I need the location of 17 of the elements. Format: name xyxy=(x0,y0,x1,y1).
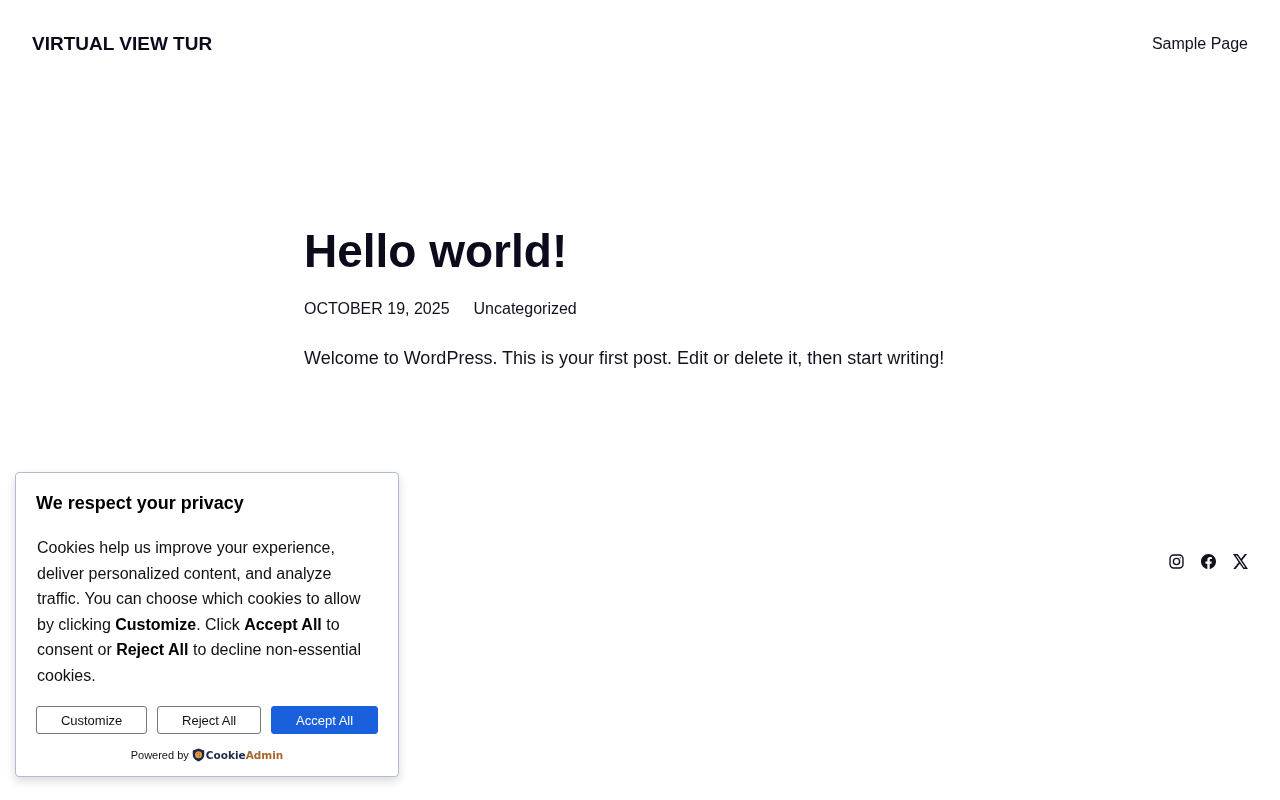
consent-button[interactable]: Reject All xyxy=(157,706,262,734)
consent-button[interactable]: Customize xyxy=(36,706,148,734)
banner-title: We respect your privacy xyxy=(36,492,245,515)
nav-link[interactable]: Sample Page xyxy=(1151,35,1248,53)
x-logo-icon[interactable] xyxy=(1233,554,1248,570)
shield-cookie-icon xyxy=(191,748,205,762)
powered-by-text: Powered by xyxy=(130,749,189,761)
consent-button[interactable]: Accept All xyxy=(271,706,378,734)
site-title[interactable]: VIRTUAL VIEW TUR xyxy=(32,33,213,55)
banner-text: Cookies help us improve your experience, deliver personalized content, and analyze traffic. You can choose which cookies to allow by clicking Customize. Click Accept All to consent or Reject All to decline non-essential cookies. xyxy=(37,538,363,686)
post-body: Welcome to WordPress. This is your first post. Edit or delete it, then start writing! xyxy=(304,347,946,371)
brand-name[interactable]: CookieAdmin xyxy=(205,749,284,761)
facebook-f-icon[interactable] xyxy=(1201,554,1216,570)
camera-outline-icon[interactable] xyxy=(1169,554,1184,570)
post-date: OCTOBER 19, 2025 xyxy=(304,299,450,320)
post-title: Hello world! xyxy=(304,224,569,279)
category-link[interactable]: Uncategorized xyxy=(473,297,577,322)
